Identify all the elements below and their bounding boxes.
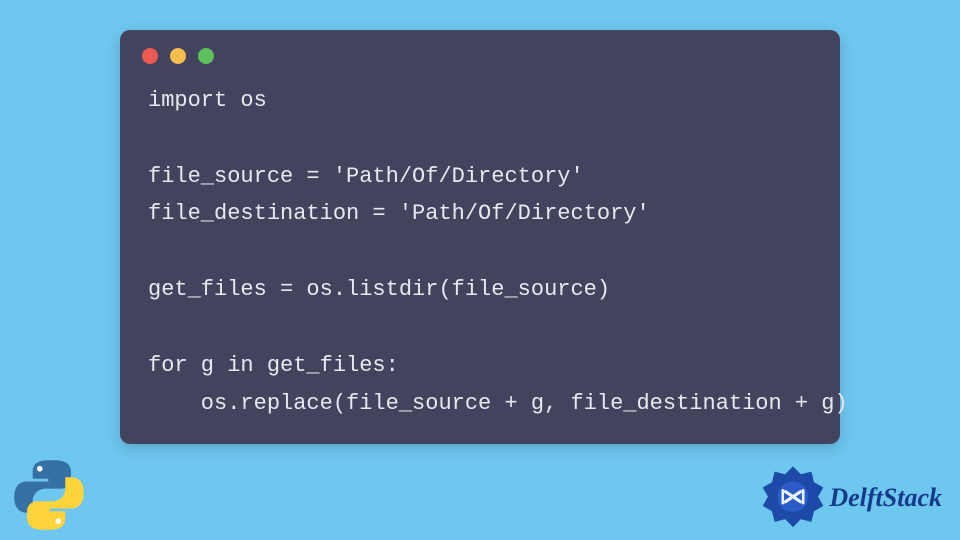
close-dot-icon: [142, 48, 158, 64]
delftstack-logo-icon: [761, 466, 825, 530]
maximize-dot-icon: [198, 48, 214, 64]
brand-name: DelftStack: [829, 483, 942, 513]
code-window: import os file_source = 'Path/Of/Directo…: [120, 30, 840, 444]
window-controls: [120, 30, 840, 64]
python-logo-icon: [10, 456, 88, 534]
delftstack-branding: DelftStack: [761, 466, 942, 530]
code-block: import os file_source = 'Path/Of/Directo…: [120, 64, 840, 422]
minimize-dot-icon: [170, 48, 186, 64]
